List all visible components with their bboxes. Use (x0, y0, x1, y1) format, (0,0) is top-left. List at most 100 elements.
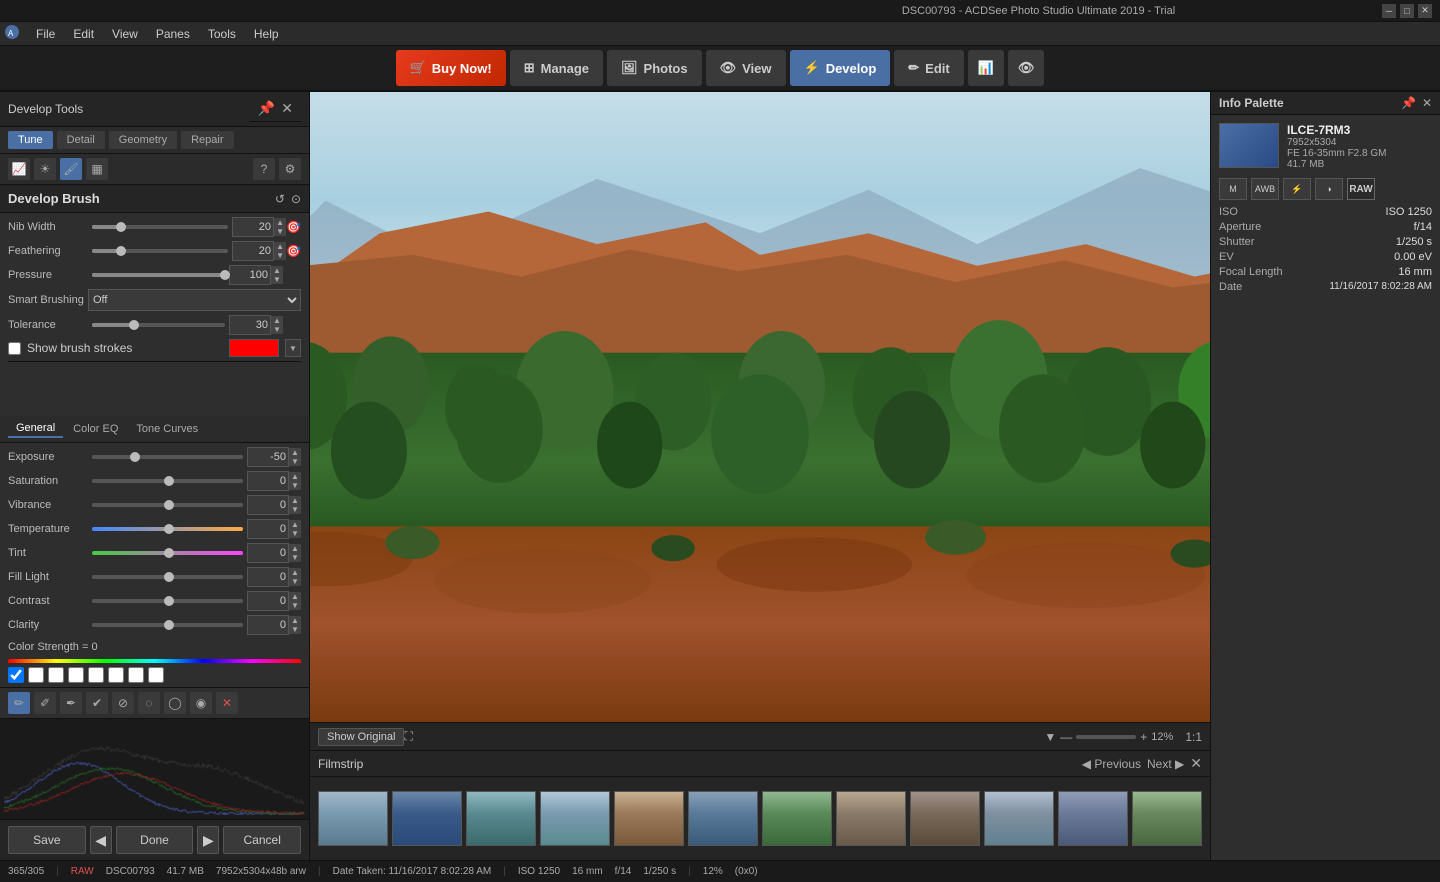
exposure-down[interactable]: ▼ (289, 457, 301, 466)
cb-5[interactable] (88, 667, 104, 683)
develop-button[interactable]: ⚡ Develop (790, 50, 891, 86)
eraser-brush-7[interactable]: ◯ (164, 692, 186, 714)
zoom-slider-track[interactable] (1076, 735, 1136, 739)
stats-button[interactable]: 📊 (968, 50, 1004, 86)
tint-input[interactable] (247, 543, 289, 563)
info-pin-icon[interactable]: 📌 (1401, 96, 1416, 110)
mode-awb[interactable]: AWB (1251, 178, 1279, 200)
edit-button[interactable]: ✏ Edit (894, 50, 963, 86)
save-button[interactable]: Save (8, 826, 86, 854)
vibrance-thumb[interactable] (164, 500, 174, 510)
delete-eraser[interactable]: ✕ (216, 692, 238, 714)
histogram-icon[interactable]: 📈 (8, 158, 30, 180)
settings-icon[interactable]: ⚙ (279, 158, 301, 180)
saturation-thumb[interactable] (164, 476, 174, 486)
feathering-input[interactable] (232, 241, 274, 261)
refresh-icon[interactable]: ↺ (275, 192, 285, 206)
exposure-thumb[interactable] (130, 452, 140, 462)
smart-brushing-select[interactable]: Off On (88, 289, 301, 311)
film-thumb-5[interactable] (614, 791, 684, 846)
menu-view[interactable]: View (104, 25, 146, 43)
manage-button[interactable]: ⊞ Manage (510, 50, 603, 86)
tab-color-eq[interactable]: Color EQ (65, 421, 126, 437)
eraser-brush-1[interactable]: ✏ (8, 692, 30, 714)
tint-up[interactable]: ▲ (289, 544, 301, 553)
saturation-up[interactable]: ▲ (289, 472, 301, 481)
pin-icon[interactable]: 📌 (258, 100, 275, 117)
tab-tone-curves[interactable]: Tone Curves (128, 421, 206, 437)
cb-2[interactable] (28, 667, 44, 683)
zoom-in-icon[interactable]: — (1060, 730, 1072, 744)
vibrance-input[interactable] (247, 495, 289, 515)
saturation-down[interactable]: ▼ (289, 481, 301, 490)
cb-3[interactable] (48, 667, 64, 683)
cb-1[interactable] (8, 667, 24, 683)
mode-m[interactable]: M (1219, 178, 1247, 200)
nib-width-thumb[interactable] (116, 222, 126, 232)
eraser-brush-3[interactable]: ✒ (60, 692, 82, 714)
close-btn[interactable]: ✕ (1418, 4, 1432, 18)
prev-button[interactable]: ◀ Previous (1082, 757, 1141, 771)
temperature-down[interactable]: ▼ (289, 529, 301, 538)
tab-detail[interactable]: Detail (57, 131, 105, 149)
prev-nav-button[interactable]: ◀ (90, 826, 112, 854)
done-button[interactable]: Done (116, 826, 194, 854)
tint-down[interactable]: ▼ (289, 553, 301, 562)
tolerance-input[interactable] (229, 315, 271, 335)
menu-help[interactable]: Help (246, 25, 287, 43)
tab-general[interactable]: General (8, 420, 63, 438)
film-thumb-8[interactable] (836, 791, 906, 846)
filmstrip-close-button[interactable]: ✕ (1190, 755, 1202, 772)
exposure-icon[interactable]: ☀ (34, 158, 56, 180)
pressure-up[interactable]: ▲ (271, 266, 283, 275)
zoom-up-icon[interactable]: + (1140, 730, 1147, 744)
zoom-out-icon[interactable]: ▼ (1044, 730, 1056, 744)
brush-color-swatch[interactable] (229, 339, 279, 357)
contrast-up[interactable]: ▲ (289, 592, 301, 601)
eraser-brush-5[interactable]: ⊘ (112, 692, 134, 714)
menu-panes[interactable]: Panes (148, 25, 198, 43)
next-nav-button[interactable]: ▶ (197, 826, 219, 854)
mode-flash[interactable]: ⚡ (1283, 178, 1311, 200)
feathering-up[interactable]: ▲ (274, 242, 286, 251)
buy-now-button[interactable]: 🛒 Buy Now! (396, 50, 506, 86)
cancel-button[interactable]: Cancel (223, 826, 301, 854)
show-brush-strokes-checkbox[interactable] (8, 342, 21, 355)
tab-tune[interactable]: Tune (8, 131, 53, 149)
fill-light-up[interactable]: ▲ (289, 568, 301, 577)
film-thumb-10[interactable] (984, 791, 1054, 846)
show-original-button[interactable]: Show Original (318, 728, 404, 746)
next-button[interactable]: Next ▶ (1147, 757, 1184, 771)
tolerance-thumb[interactable] (129, 320, 139, 330)
mode-color[interactable]: ◑ (1315, 178, 1343, 200)
film-thumb-9[interactable] (910, 791, 980, 846)
tab-geometry[interactable]: Geometry (109, 131, 177, 149)
contrast-down[interactable]: ▼ (289, 601, 301, 610)
vibrance-down[interactable]: ▼ (289, 505, 301, 514)
exposure-input[interactable] (247, 447, 289, 467)
tab-repair[interactable]: Repair (181, 131, 233, 149)
gradient-icon[interactable]: ▦ (86, 158, 108, 180)
fill-light-thumb[interactable] (164, 572, 174, 582)
film-thumb-4[interactable] (540, 791, 610, 846)
nib-width-pick[interactable]: 🎯 (286, 220, 301, 234)
window-controls[interactable]: ─ □ ✕ (1382, 4, 1432, 18)
photos-button[interactable]: 🖼 Photos (607, 50, 702, 86)
contrast-input[interactable] (247, 591, 289, 611)
menu-edit[interactable]: Edit (65, 25, 102, 43)
mode-raw[interactable]: RAW (1347, 178, 1375, 200)
film-thumb-3[interactable] (466, 791, 536, 846)
maximize-btn[interactable]: □ (1400, 4, 1414, 18)
fill-light-down[interactable]: ▼ (289, 577, 301, 586)
help-icon[interactable]: ? (253, 158, 275, 180)
saturation-input[interactable] (247, 471, 289, 491)
cb-7[interactable] (128, 667, 144, 683)
minimize-btn[interactable]: ─ (1382, 4, 1396, 18)
cb-8[interactable] (148, 667, 164, 683)
pressure-input[interactable] (229, 265, 271, 285)
cb-6[interactable] (108, 667, 124, 683)
view-button[interactable]: 👁 View (706, 50, 786, 86)
feathering-pick[interactable]: 🎯 (286, 244, 301, 258)
nib-width-up[interactable]: ▲ (274, 218, 286, 227)
film-thumb-1[interactable] (318, 791, 388, 846)
